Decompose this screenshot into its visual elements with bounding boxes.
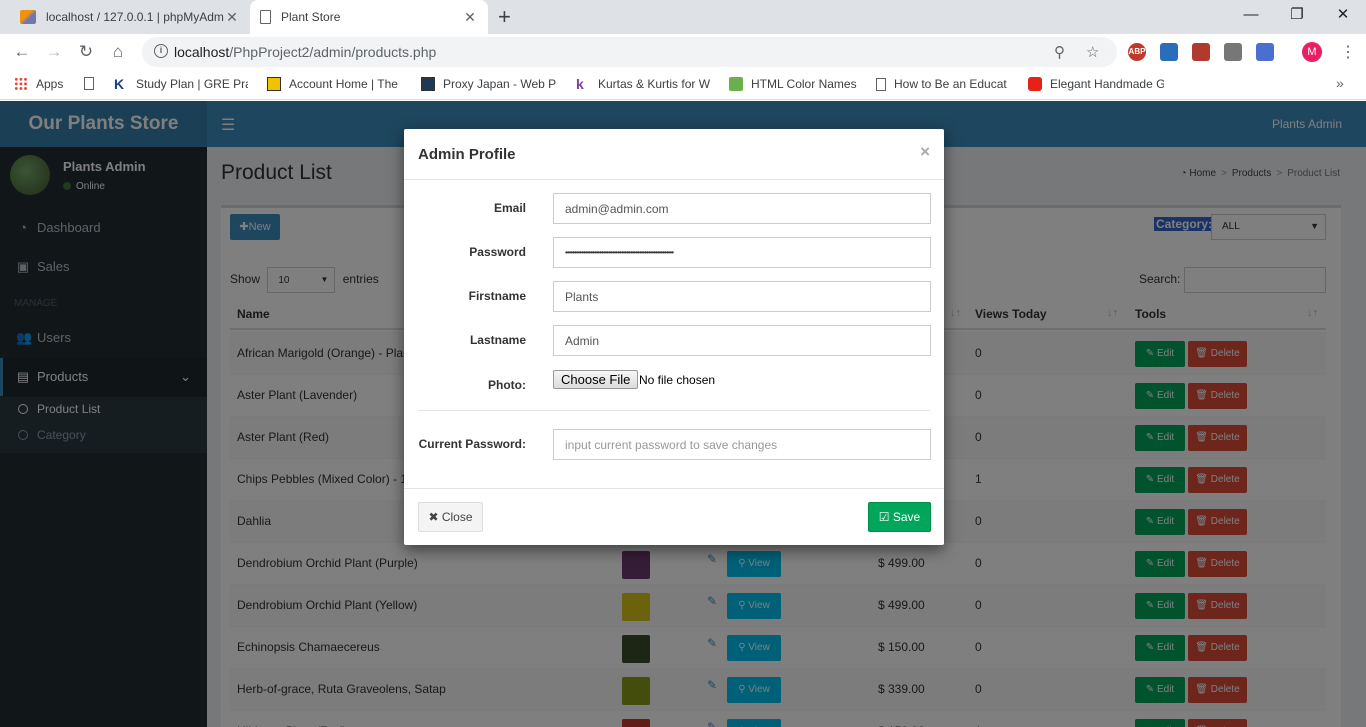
princeton-icon	[267, 77, 281, 91]
restore-icon[interactable]: ❐	[1274, 0, 1320, 32]
bookmark-study-plan[interactable]: K Study Plan | GRE Prac	[114, 77, 248, 91]
firstname-label: Firstname	[468, 289, 526, 303]
page-icon	[84, 77, 94, 90]
pdf-icon[interactable]	[1192, 43, 1210, 61]
email-label: Email	[493, 201, 526, 215]
current-password-label: Current Password:	[418, 437, 526, 451]
bookmark-apps[interactable]: Apps	[14, 77, 74, 91]
k-icon: k	[576, 77, 584, 91]
extension-icon[interactable]	[1160, 43, 1178, 61]
email-field[interactable]: admin@admin.com	[553, 193, 931, 224]
extension-icon[interactable]	[1224, 43, 1242, 61]
more-bookmarks-icon[interactable]: »	[1336, 75, 1344, 91]
info-icon[interactable]: i	[154, 44, 168, 58]
bookmark-html-colors[interactable]: HTML Color Names	[729, 77, 859, 91]
close-window-icon[interactable]: ✕	[1320, 0, 1366, 32]
lastname-label: Lastname	[469, 333, 526, 347]
colors-icon	[729, 77, 743, 91]
reload-icon[interactable]: ↻	[74, 40, 98, 64]
lastname-field[interactable]: Admin	[553, 325, 931, 356]
close-icon: ✖	[428, 510, 442, 524]
menu-icon[interactable]: ⋮	[1340, 42, 1356, 62]
bookmark-star-icon[interactable]: ☆	[1086, 43, 1099, 61]
close-tab-icon[interactable]: ✕	[224, 9, 240, 26]
admin-profile-modal: Admin Profile × Email admin@admin.com Pa…	[404, 129, 944, 545]
home-icon[interactable]: ⌂	[106, 40, 130, 64]
save-button[interactable]: ☑ Save	[868, 502, 931, 532]
k-icon: K	[114, 77, 125, 91]
current-password-field[interactable]: input current password to save changes	[553, 429, 931, 460]
bookmarks-bar: Apps K Study Plan | GRE Prac Account Home…	[0, 70, 1366, 100]
tab-plant-store[interactable]: Plant Store ✕	[250, 0, 488, 34]
modal-title: Admin Profile	[418, 146, 516, 163]
bookmark-elegant-handmade[interactable]: Elegant Handmade G	[1028, 77, 1164, 91]
close-tab-icon[interactable]: ✕	[462, 9, 478, 26]
lastname-row: Lastname Admin	[404, 325, 944, 357]
bookmark-proxy-japan[interactable]: Proxy Japan - Web Pr	[421, 77, 557, 91]
close-button[interactable]: ✖ Close	[418, 502, 483, 532]
url-field[interactable]: i localhost/PhpProject2/admin/products.p…	[142, 37, 1117, 67]
firstname-field[interactable]: Plants	[553, 281, 931, 312]
firstname-row: Firstname Plants	[404, 281, 944, 313]
tab-phpmyadmin[interactable]: localhost / 127.0.0.1 | phpMyAdmin ✕	[10, 0, 250, 34]
extension-icon[interactable]	[1256, 43, 1274, 61]
tab-title: localhost / 127.0.0.1 | phpMyAdmin	[46, 10, 224, 24]
youtube-icon	[1028, 77, 1042, 91]
back-icon[interactable]: ←	[10, 40, 34, 64]
email-row: Email admin@admin.com	[404, 193, 944, 225]
password-field[interactable]: ••••••••••••••••••••••••••••••••••••••••…	[553, 237, 931, 268]
photo-label: Photo:	[488, 378, 526, 392]
page-icon	[876, 77, 886, 91]
new-tab-icon[interactable]: +	[498, 4, 511, 30]
adblock-icon[interactable]: ABP	[1128, 43, 1146, 61]
phpmyadmin-icon	[20, 10, 36, 24]
choose-file-button[interactable]: Choose File	[553, 370, 639, 389]
zoom-icon[interactable]: ⚲	[1054, 43, 1065, 61]
photo-row: Photo: Choose File No file chosen	[404, 370, 944, 402]
profile-avatar[interactable]: M	[1302, 42, 1322, 62]
modal-header: Admin Profile ×	[404, 129, 944, 180]
bookmark-how-to-educator[interactable]: How to Be an Educat	[876, 77, 1010, 91]
divider	[418, 410, 930, 411]
current-password-row: Current Password: input current password…	[404, 429, 944, 461]
apps-icon	[14, 77, 28, 91]
bookmark-kurtas[interactable]: k Kurtas & Kurtis for W	[576, 77, 712, 91]
forward-icon[interactable]: →	[42, 40, 66, 64]
url-text: localhost/PhpProject2/admin/products.php	[174, 44, 437, 60]
password-label: Password	[469, 245, 526, 259]
tab-title: Plant Store	[281, 10, 341, 24]
password-row: Password •••••••••••••••••••••••••••••••…	[404, 237, 944, 269]
check-icon: ☑	[878, 510, 893, 524]
bookmark-page[interactable]	[84, 77, 104, 90]
address-bar: ← → ↻ ⌂ i localhost/PhpProject2/admin/pr…	[0, 34, 1366, 70]
close-icon[interactable]: ×	[920, 142, 930, 162]
browser-tab-strip: localhost / 127.0.0.1 | phpMyAdmin ✕ Pla…	[0, 0, 1366, 34]
modal-footer: ✖ Close ☑ Save	[404, 488, 944, 545]
bookmark-account-home[interactable]: Account Home | The	[267, 77, 401, 91]
page-icon	[260, 10, 271, 24]
file-status: No file chosen	[639, 373, 716, 387]
proxy-icon	[421, 77, 435, 91]
minimize-icon[interactable]: —	[1228, 0, 1274, 32]
